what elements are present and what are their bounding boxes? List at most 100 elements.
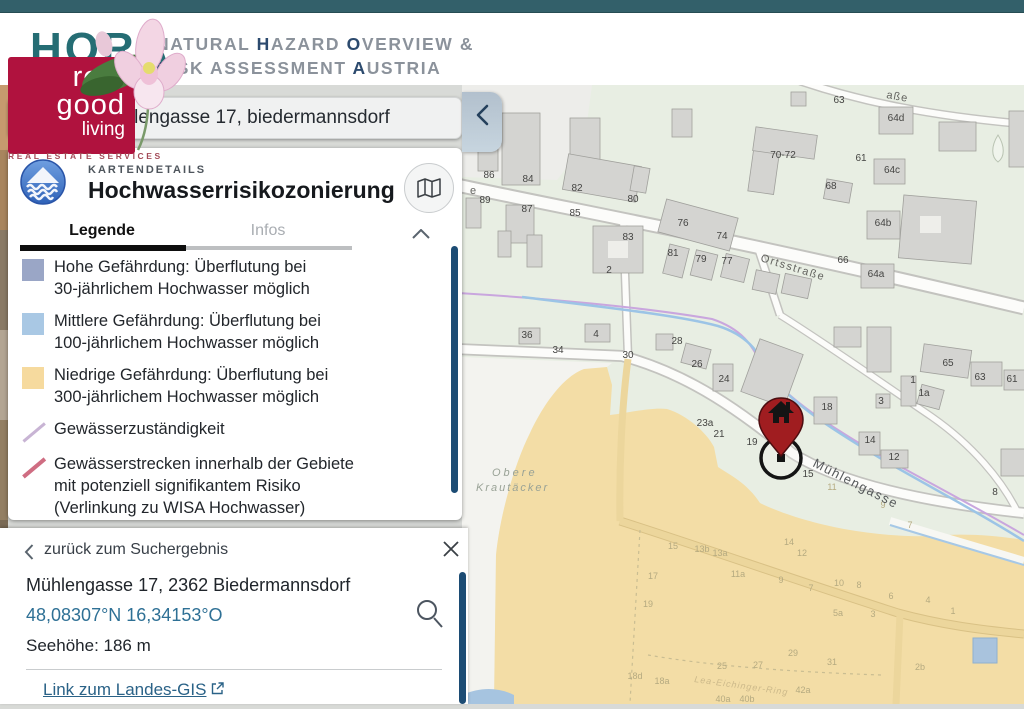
house-number-faint: 12 bbox=[797, 548, 807, 558]
courtyard bbox=[608, 241, 628, 258]
site-title-segment: USTRIA bbox=[367, 58, 442, 78]
legend-item-label: Hohe Gefährdung: Überflutung bei 30-jähr… bbox=[54, 256, 310, 300]
chevron-left-icon bbox=[24, 544, 34, 565]
house-number-faint: 15 bbox=[668, 541, 678, 551]
legend-item-label: Mittlere Gefährdung: Überflutung bei 100… bbox=[54, 310, 321, 354]
chevron-up-icon bbox=[412, 229, 430, 239]
legend-swatch bbox=[22, 313, 44, 335]
house-number: 61 bbox=[855, 153, 867, 164]
house-number: 85 bbox=[569, 208, 581, 219]
house-number: 80 bbox=[627, 194, 639, 205]
house-number: 83 bbox=[622, 232, 634, 243]
building-footprint bbox=[672, 109, 692, 137]
house-number-faint: 8 bbox=[856, 580, 861, 590]
house-number-faint: 3 bbox=[870, 609, 875, 619]
tab-legende[interactable]: Legende bbox=[22, 222, 182, 240]
site-title-segment: A bbox=[352, 58, 366, 78]
building-footprint bbox=[1001, 449, 1024, 476]
house-number: 63 bbox=[974, 372, 986, 383]
house-number-faint: 7 bbox=[808, 583, 813, 593]
site-title-segment: & bbox=[460, 34, 474, 54]
house-number-faint: 2b bbox=[915, 662, 925, 672]
legend-item-label: Niedrige Gefährdung: Überflutung bei 300… bbox=[54, 364, 328, 408]
house-number-faint: 11 bbox=[827, 482, 836, 492]
house-number-faint: 25 bbox=[717, 661, 727, 671]
site-title-segment: ASSESSMENT bbox=[210, 58, 352, 78]
house-number: 15 bbox=[802, 469, 814, 480]
map-details-panel: KARTENDETAILS Hochwasserrisikozonierung … bbox=[8, 148, 462, 520]
building-footprint bbox=[498, 231, 511, 257]
panel-title: Hochwasserrisikozonierung bbox=[88, 177, 395, 204]
legend-line-swatch bbox=[22, 421, 44, 443]
building-footprint bbox=[502, 113, 540, 185]
legend-item-label: Gewässerstrecken innerhalb der Gebiete m… bbox=[54, 453, 354, 519]
legend-item: Niedrige Gefährdung: Überflutung bei 300… bbox=[20, 364, 440, 408]
house-number-faint: 7 bbox=[907, 520, 912, 530]
close-icon bbox=[442, 540, 460, 558]
tab-track bbox=[20, 246, 352, 250]
building-footprint bbox=[867, 327, 891, 372]
result-elevation: Seehöhe: 186 m bbox=[26, 636, 151, 656]
back-to-results-link[interactable]: zurück zum Suchergebnis bbox=[44, 541, 228, 559]
house-number-faint: 1 bbox=[950, 606, 955, 616]
orchid-flower-image bbox=[78, 12, 198, 157]
legend-item: Mittlere Gefährdung: Überflutung bei 100… bbox=[20, 310, 440, 354]
house-number: 84 bbox=[522, 174, 534, 185]
legend-item: Gewässerstrecken innerhalb der Gebiete m… bbox=[20, 453, 440, 519]
map-canvas[interactable]: 86848280898785832767481797770-726364d616… bbox=[462, 85, 1024, 704]
sidebar-collapse-tab[interactable] bbox=[462, 92, 502, 152]
house-number: 81 bbox=[667, 248, 679, 259]
divider bbox=[26, 669, 442, 670]
house-number: 64d bbox=[888, 113, 905, 124]
house-number-faint: 40b bbox=[739, 694, 754, 704]
house-number: 89 bbox=[479, 195, 491, 206]
house-number-faint: 9 bbox=[778, 575, 783, 585]
legend-swatch bbox=[22, 259, 44, 281]
collapse-panel-button[interactable] bbox=[412, 226, 430, 244]
house-number: 65 bbox=[942, 358, 954, 369]
house-number-faint: 42a bbox=[795, 685, 810, 695]
house-number: 1 bbox=[910, 375, 916, 386]
house-number: 8 bbox=[992, 487, 998, 498]
courtyard bbox=[920, 216, 941, 233]
house-number-faint: 40a bbox=[715, 694, 730, 704]
zoom-to-result-button[interactable] bbox=[414, 598, 444, 635]
house-number-faint: 11a bbox=[731, 569, 745, 579]
site-title-segment: O bbox=[347, 34, 362, 54]
house-number: 26 bbox=[691, 359, 703, 370]
map-marker[interactable] bbox=[759, 398, 803, 478]
house-number: 61 bbox=[1006, 374, 1018, 385]
close-panel-button[interactable] bbox=[442, 540, 460, 563]
house-number: 19 bbox=[746, 437, 758, 448]
tab-infos[interactable]: Infos bbox=[188, 222, 348, 240]
house-number: 74 bbox=[716, 231, 728, 242]
house-number: 23a bbox=[697, 418, 714, 429]
building-footprint bbox=[939, 122, 976, 151]
panel-kicker: KARTENDETAILS bbox=[88, 164, 206, 176]
house-number: 36 bbox=[521, 330, 533, 341]
legend-scrollbar[interactable] bbox=[451, 246, 458, 493]
house-number: 30 bbox=[622, 350, 634, 361]
landes-gis-link[interactable]: Link zum Landes-GIS bbox=[43, 680, 224, 700]
house-number-faint: 27 bbox=[753, 660, 763, 670]
house-number-faint: 10 bbox=[834, 578, 844, 588]
building-footprint bbox=[791, 92, 806, 106]
house-number-faint: 29 bbox=[788, 648, 798, 658]
house-number: 64b bbox=[875, 218, 892, 229]
street-label: e bbox=[470, 185, 476, 197]
map-layer-button[interactable] bbox=[404, 163, 454, 213]
house-number: 2 bbox=[606, 265, 612, 276]
result-scrollbar[interactable] bbox=[459, 572, 466, 704]
top-bar bbox=[0, 0, 1024, 13]
house-number: 64a bbox=[868, 269, 885, 280]
landes-gis-link-label: Link zum Landes-GIS bbox=[43, 680, 206, 699]
site-title-segment: AZARD bbox=[271, 34, 347, 54]
site-title-segment: H bbox=[257, 34, 271, 54]
active-tab-indicator bbox=[20, 245, 186, 251]
house-number: 77 bbox=[721, 256, 733, 267]
house-number: 68 bbox=[825, 181, 837, 192]
house-number: 63 bbox=[833, 95, 845, 106]
building-footprint bbox=[1009, 111, 1024, 167]
flood-hazard-icon bbox=[20, 159, 66, 210]
external-link-icon bbox=[211, 682, 224, 695]
